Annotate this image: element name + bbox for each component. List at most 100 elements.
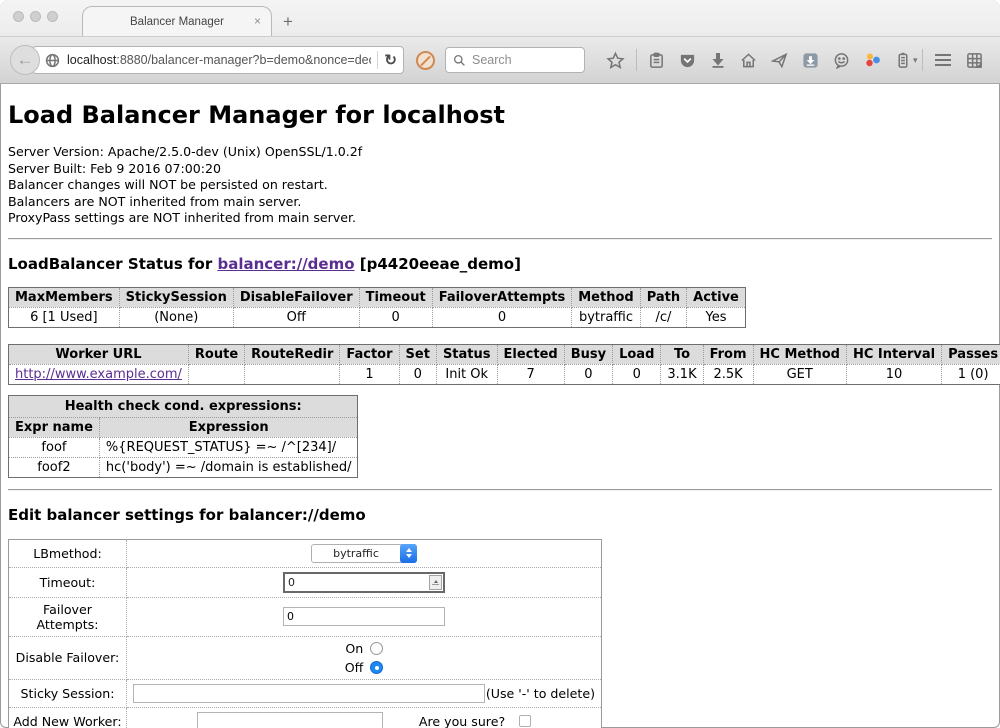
page-content: Load Balancer Manager for localhost Serv…: [0, 101, 1000, 728]
header-cell: RouteRedir: [245, 344, 340, 364]
divider: [8, 489, 992, 491]
timeout-input[interactable]: 0: [283, 572, 445, 593]
cell: Init Ok: [436, 364, 497, 384]
home-icon[interactable]: [740, 52, 757, 69]
worker-url-cell: http://www.example.com/: [9, 364, 189, 384]
extension-download-icon[interactable]: [802, 52, 819, 69]
form-row-disable-failover: Disable Failover: On Off: [9, 636, 602, 679]
header-cell: Load: [613, 344, 661, 364]
number-spinner-icon[interactable]: [429, 575, 442, 590]
cell: 3.1K: [661, 364, 703, 384]
battery-status-icon[interactable]: [896, 52, 910, 69]
downloads-icon[interactable]: [710, 52, 726, 68]
clipboard-icon[interactable]: [648, 52, 665, 69]
timeout-value: 0: [285, 576, 429, 589]
header-cell: Busy: [564, 344, 612, 364]
failover-attempts-label: Failover Attempts:: [9, 597, 127, 636]
proxypass-notice-line: ProxyPass settings are NOT inherited fro…: [8, 210, 992, 227]
form-row-lbmethod: LBmethod: bytraffic: [9, 539, 602, 567]
table-header-row: Health check cond. expressions:: [9, 395, 358, 417]
lbmethod-label: LBmethod:: [9, 539, 127, 567]
sticky-session-input[interactable]: [133, 684, 485, 703]
radio-on[interactable]: [370, 642, 383, 655]
add-worker-input[interactable]: [197, 712, 383, 728]
table-header-row: Worker URLRouteRouteRedirFactorSetStatus…: [9, 344, 1000, 364]
form-row-sticky-session: Sticky Session: (Use '-' to delete): [9, 679, 602, 707]
radio-off[interactable]: [370, 661, 383, 674]
page-title: Load Balancer Manager for localhost: [8, 101, 992, 129]
titlebar: Balancer Manager × +: [0, 0, 1000, 36]
bookmark-star-icon[interactable]: [606, 51, 625, 70]
minimize-window-button[interactable]: [30, 11, 41, 22]
send-tab-icon[interactable]: [771, 52, 788, 69]
loadbalancer-status-heading: LoadBalancer Status for balancer://demo …: [8, 255, 992, 273]
reload-icon[interactable]: ↻: [384, 51, 397, 69]
table-row: foof%{REQUEST_STATUS} =~ /^[234]/: [9, 437, 358, 457]
add-worker-label: Add New Worker:: [9, 707, 127, 728]
status-heading-suffix: [p4420eeae_demo]: [355, 255, 521, 273]
header-cell: Status: [436, 344, 497, 364]
radio-off-label: Off: [345, 660, 364, 675]
balancer-demo-link[interactable]: balancer://demo: [217, 255, 354, 273]
cell: 1: [340, 364, 399, 384]
header-cell: Method: [572, 287, 640, 307]
lbmethod-select[interactable]: bytraffic: [311, 544, 417, 563]
cell: 0: [613, 364, 661, 384]
url-path: :8880/balancer-manager?b=demo&nonce=decc…: [116, 53, 371, 67]
header-cell: Elected: [497, 344, 564, 364]
header-cell: DisableFailover: [233, 287, 359, 307]
header-cell: To: [661, 344, 703, 364]
disable-failover-label: Disable Failover:: [9, 636, 127, 679]
cell: foof: [9, 437, 100, 457]
inherit-notice-line: Balancers are NOT inherited from main se…: [8, 194, 992, 211]
globe-icon: [45, 53, 60, 68]
cell: 0: [432, 307, 572, 327]
worker-status-table: Worker URLRouteRouteRedirFactorSetStatus…: [8, 344, 1000, 385]
new-tab-button[interactable]: +: [283, 12, 293, 32]
header-cell: Expr name: [9, 417, 100, 437]
header-cell: Worker URL: [9, 344, 189, 364]
back-arrow-icon: ←: [17, 50, 34, 70]
cell: Yes: [687, 307, 746, 327]
containers-dots-icon[interactable]: [864, 51, 882, 69]
cell: (None): [119, 307, 233, 327]
cell: 6 [1 Used]: [9, 307, 120, 327]
tab-close-icon[interactable]: ×: [254, 14, 261, 28]
content-blocker-icon[interactable]: [416, 51, 435, 70]
back-button[interactable]: ←: [10, 45, 40, 75]
cell: 0: [564, 364, 612, 384]
worker-url-link[interactable]: http://www.example.com/: [15, 367, 182, 382]
header-cell: StickySession: [119, 287, 233, 307]
disable-failover-radios: On Off: [345, 641, 384, 675]
chevron-down-icon[interactable]: ▾: [913, 55, 918, 66]
close-window-button[interactable]: [13, 11, 24, 22]
toolbar-separator: [922, 49, 923, 71]
url-divider: [377, 51, 378, 69]
url-bar[interactable]: localhost:8880/balancer-manager?b=demo&n…: [32, 46, 404, 74]
cell: 1 (0): [942, 364, 1000, 384]
lbmethod-selected-value: bytraffic: [312, 547, 400, 560]
health-check-table: Health check cond. expressions: Expr nam…: [8, 395, 358, 478]
zoom-window-button[interactable]: [47, 11, 58, 22]
url-text[interactable]: localhost:8880/balancer-manager?b=demo&n…: [67, 53, 371, 67]
cell: 0: [359, 307, 432, 327]
status-heading-prefix: LoadBalancer Status for: [8, 255, 217, 273]
header-cell: Expression: [99, 417, 358, 437]
are-you-sure-checkbox[interactable]: [519, 715, 531, 727]
navigation-toolbar: ← localhost:8880/balancer-manager?b=demo…: [0, 36, 1000, 84]
table-row: foof2hc('body') =~ /domain is establishe…: [9, 457, 358, 477]
search-bar[interactable]: Search: [445, 47, 585, 73]
divider: [8, 238, 992, 240]
header-cell: MaxMembers: [9, 287, 120, 307]
header-cell: HC Interval: [846, 344, 941, 364]
menu-hamburger-icon[interactable]: [934, 53, 952, 67]
tab-balancer-manager[interactable]: Balancer Manager ×: [82, 6, 272, 36]
tile-grid-icon[interactable]: [966, 52, 983, 69]
header-cell: Timeout: [359, 287, 432, 307]
failover-attempts-input[interactable]: [283, 607, 445, 626]
feedback-smiley-icon[interactable]: [833, 52, 850, 69]
edit-balancer-form: LBmethod: bytraffic Timeout: 0: [8, 539, 602, 728]
cell: %{REQUEST_STATUS} =~ /^[234]/: [99, 437, 358, 457]
pocket-icon[interactable]: [679, 52, 696, 69]
window-controls[interactable]: [13, 11, 58, 22]
